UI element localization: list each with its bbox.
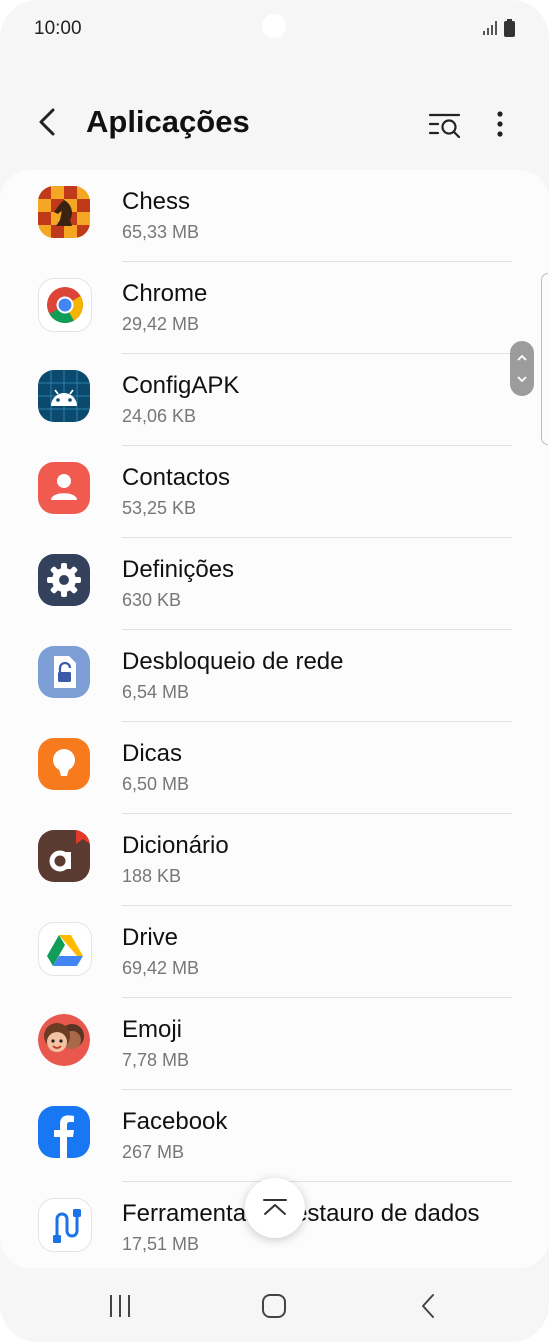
dictionary-icon (38, 830, 90, 882)
app-size: 53,25 KB (122, 498, 197, 518)
emoji-icon (38, 1014, 90, 1066)
app-size: 24,06 KB (122, 406, 197, 426)
home-icon[interactable] (254, 1286, 294, 1326)
recent-apps-icon[interactable] (100, 1286, 140, 1326)
page-title: Aplicações (86, 104, 250, 139)
list-item-emoji[interactable]: Emoji 7,78 MB (0, 998, 549, 1090)
front-camera (262, 14, 286, 38)
app-size: 630 KB (122, 590, 182, 610)
list-item-chess[interactable]: Chess 65,33 MB (0, 170, 549, 262)
app-size: 65,33 MB (122, 222, 200, 242)
list-item-chrome[interactable]: Chrome 29,42 MB (0, 262, 549, 354)
android-icon (38, 370, 90, 422)
chess-icon (38, 186, 90, 238)
app-name: Desbloqueio de rede (122, 648, 344, 675)
list-item-drive[interactable]: Drive 69,42 MB (0, 906, 549, 998)
app-name: ConfigAPK (122, 372, 240, 399)
edge-panel-handle[interactable] (541, 273, 548, 445)
contacts-icon (38, 462, 90, 514)
status-bar: 10:00 (0, 0, 549, 58)
app-list: Chess 65,33 MB Chrome 29,42 MB ConfigAPK… (0, 170, 549, 1268)
app-size: 69,42 MB (122, 958, 200, 978)
drive-icon (38, 922, 92, 976)
app-size: 6,54 MB (122, 682, 190, 702)
facebook-icon (38, 1106, 90, 1158)
list-item-contactos[interactable]: Contactos 53,25 KB (0, 446, 549, 538)
app-name: Chrome (122, 280, 208, 307)
scroll-to-top-button[interactable] (245, 1178, 305, 1238)
app-name: Chess (122, 188, 191, 215)
settings-gear-icon (38, 554, 90, 606)
list-item-dicas[interactable]: Dicas 6,50 MB (0, 722, 549, 814)
signal-icon (483, 21, 497, 35)
app-name: Facebook (122, 1108, 228, 1135)
search-filter-icon[interactable] (425, 104, 465, 144)
list-item-facebook[interactable]: Facebook 267 MB (0, 1090, 549, 1182)
app-size: 6,50 MB (122, 774, 190, 794)
nav-back-icon[interactable] (409, 1286, 449, 1326)
app-name: Definições (122, 556, 235, 583)
status-time: 10:00 (34, 18, 82, 39)
navigation-bar (0, 1268, 549, 1342)
list-item-definicoes[interactable]: Definições 630 KB (0, 538, 549, 630)
tips-bulb-icon (38, 738, 90, 790)
list-item-dicionario[interactable]: Dicionário 188 KB (0, 814, 549, 906)
app-name: Dicas (122, 740, 183, 767)
app-size: 188 KB (122, 866, 182, 886)
list-item-configapk[interactable]: ConfigAPK 24,06 KB (0, 354, 549, 446)
app-size: 267 MB (122, 1142, 185, 1162)
app-name: Dicionário (122, 832, 229, 859)
more-options-icon[interactable] (484, 104, 516, 144)
app-name: Drive (122, 924, 179, 951)
network-unlock-icon (38, 646, 90, 698)
list-item-desbloqueio-de-rede[interactable]: Desbloqueio de rede 6,54 MB (0, 630, 549, 722)
app-size: 17,51 MB (122, 1234, 200, 1254)
phone-screen: 10:00 Aplicações Chess 65,33 MB Chrome 2… (0, 0, 549, 1342)
scroll-to-top-icon (263, 1199, 287, 1215)
back-arrow-icon[interactable] (28, 102, 68, 142)
app-bar: Aplicações (0, 80, 549, 164)
fast-scroll-thumb[interactable] (510, 341, 534, 396)
data-restore-icon (38, 1198, 92, 1252)
app-name: Emoji (122, 1016, 183, 1043)
battery-icon (504, 19, 515, 37)
app-size: 7,78 MB (122, 1050, 190, 1070)
chrome-icon (38, 278, 92, 332)
app-name: Contactos (122, 464, 231, 491)
app-size: 29,42 MB (122, 314, 200, 334)
